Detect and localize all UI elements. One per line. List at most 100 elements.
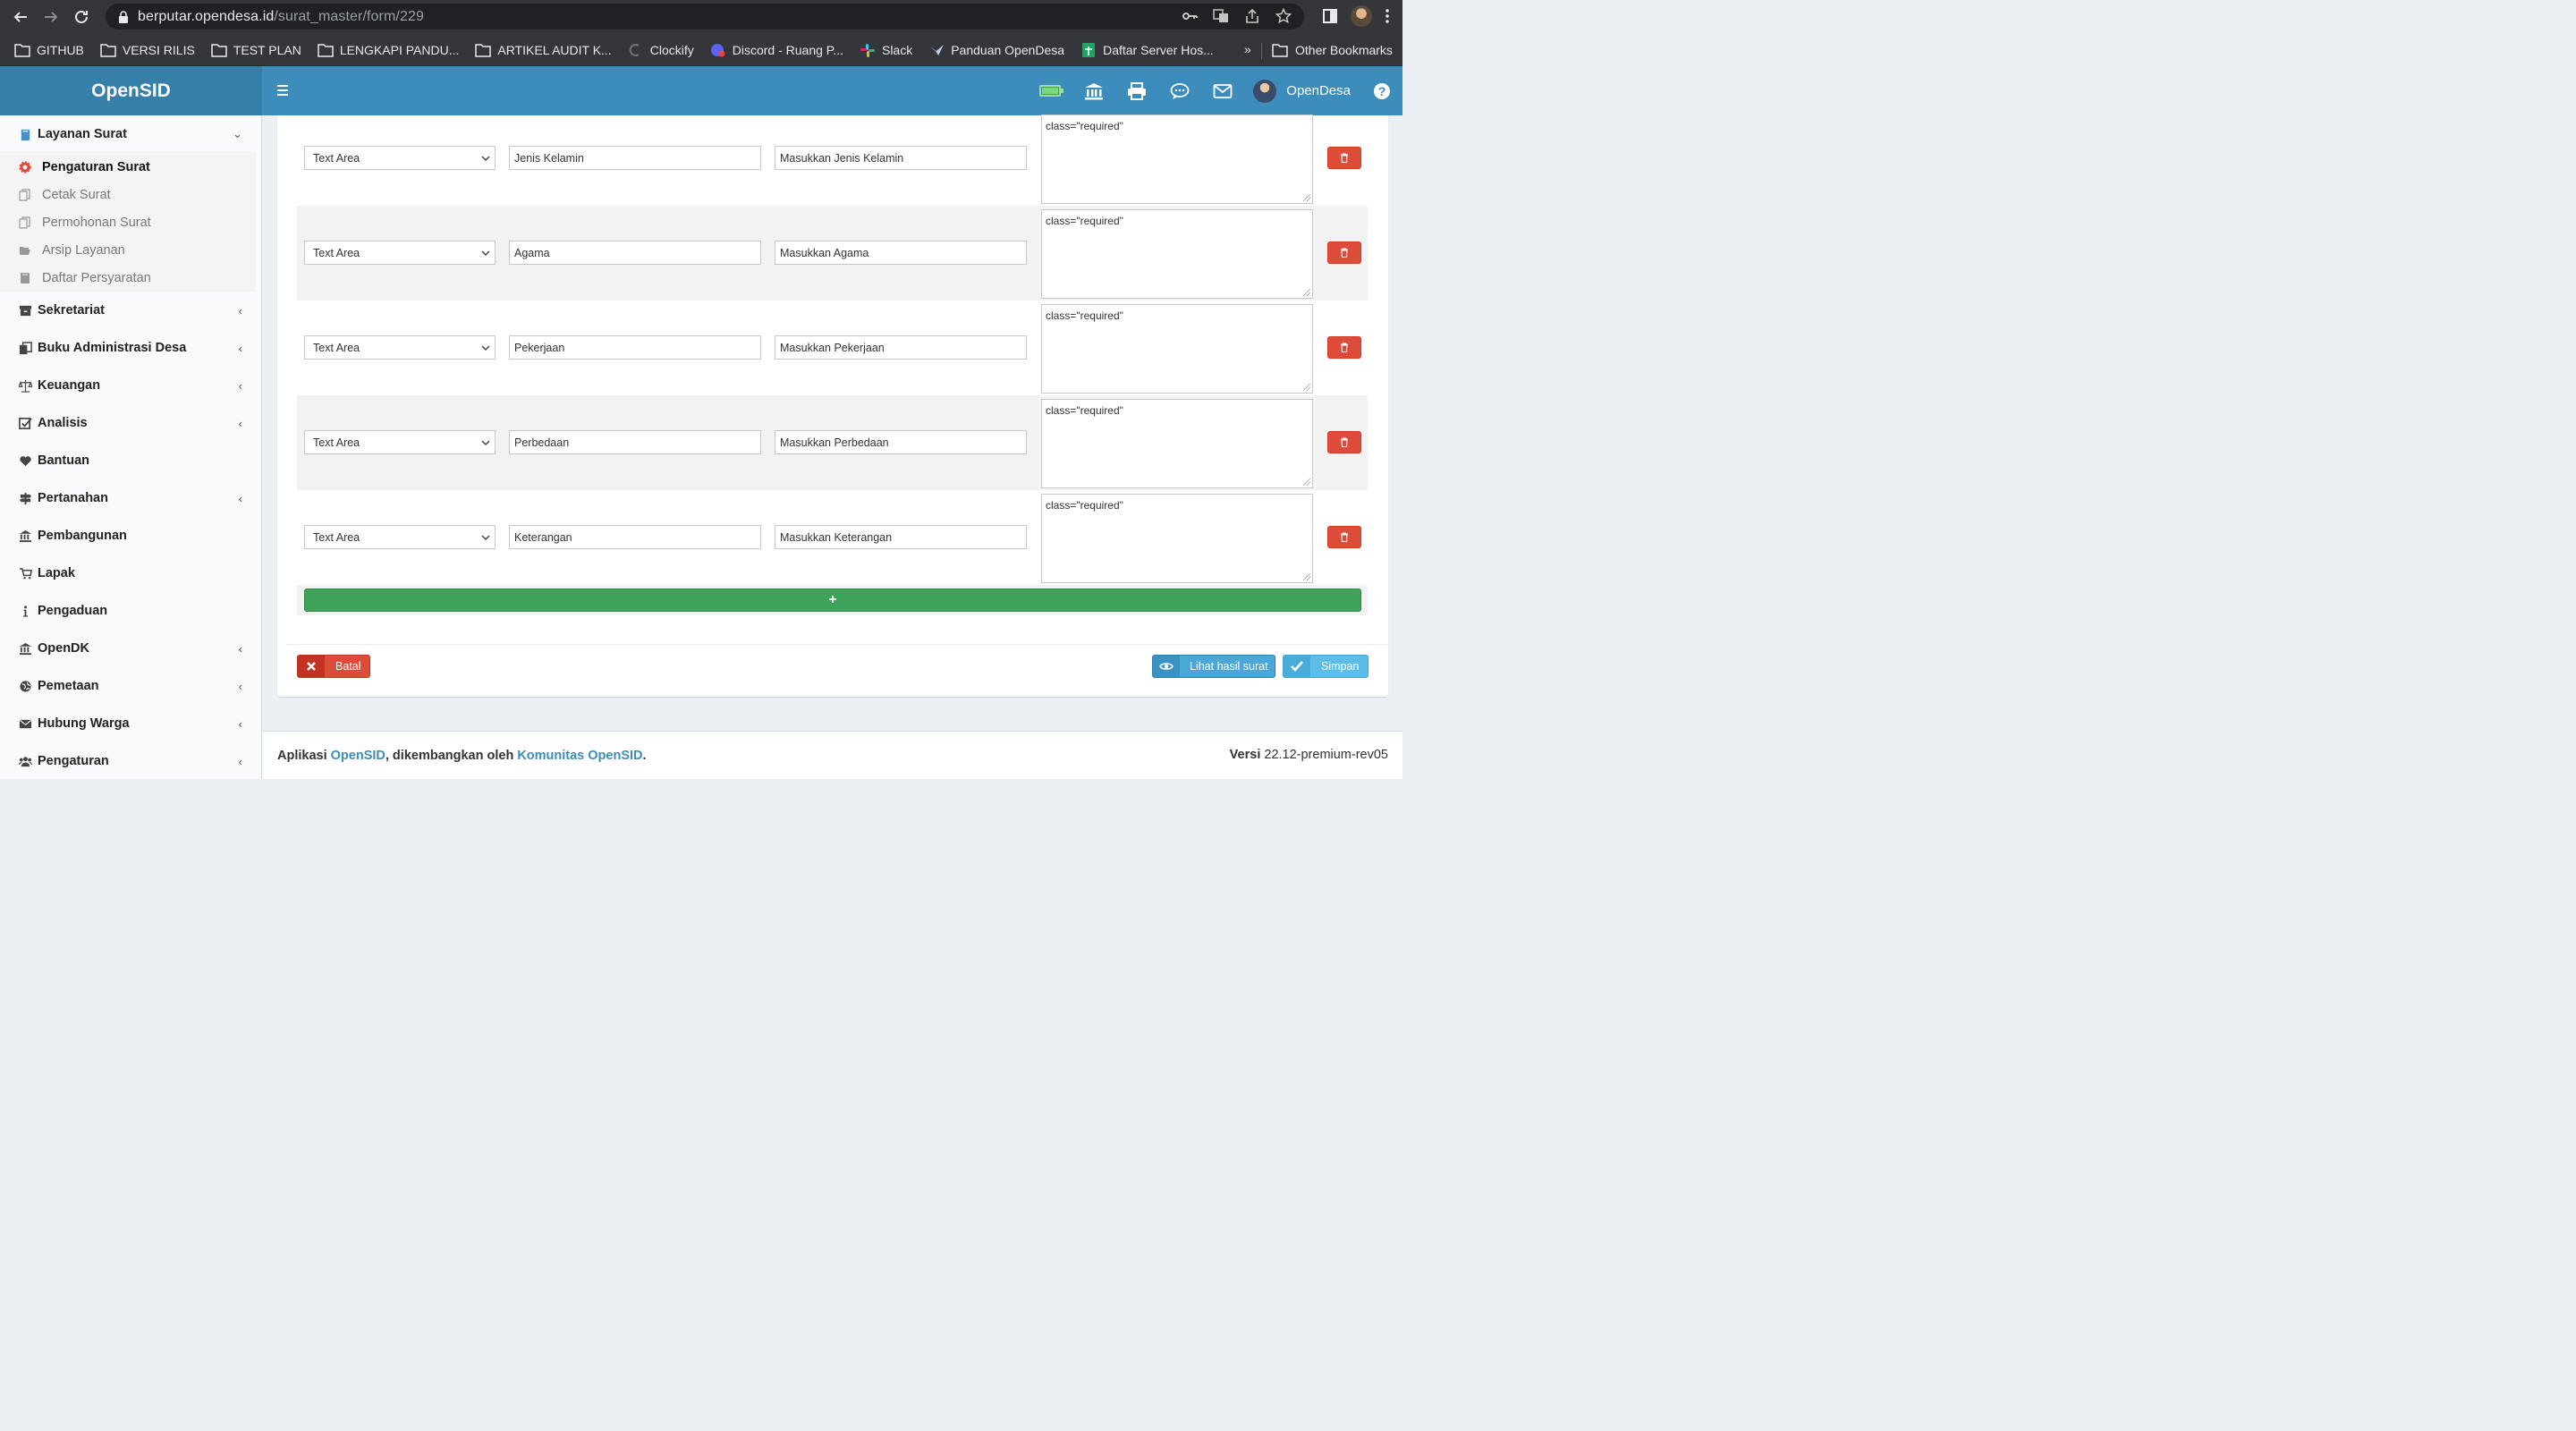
bookmark-item[interactable]: LENGKAPI PANDU... — [318, 43, 459, 57]
sidebar-item-layanan-surat[interactable]: Layanan Surat ⌄ — [0, 115, 262, 153]
field-placeholder-input[interactable]: Masukkan Perbedaan — [775, 430, 1027, 454]
delete-row-button[interactable] — [1327, 526, 1361, 548]
trash-icon — [1341, 343, 1348, 352]
field-attribute-textarea[interactable]: class="required" — [1041, 399, 1313, 488]
save-button[interactable]: Simpan — [1283, 655, 1368, 678]
bookmark-item[interactable]: Discord - Ruang P... — [710, 43, 843, 57]
bookmark-item[interactable]: VERSI RILIS — [100, 43, 195, 57]
field-attribute-textarea[interactable]: class="required" — [1041, 114, 1313, 204]
sidebar-item-label: Layanan Surat — [38, 127, 127, 141]
preview-button[interactable]: Lihat hasil surat — [1152, 655, 1275, 678]
comments-button[interactable] — [1170, 82, 1190, 100]
field-type-select[interactable]: Text Area — [304, 430, 496, 454]
bookmark-item[interactable]: Daftar Server Hos... — [1080, 42, 1214, 57]
sidebar-item-pengaduan[interactable]: Pengaduan — [0, 592, 262, 630]
sidebar-item-sekretariat[interactable]: Sekretariat ‹ — [0, 292, 262, 329]
field-label-input[interactable]: Perbedaan — [509, 430, 761, 454]
share-icon[interactable] — [1244, 8, 1260, 24]
bookmarks-overflow-button[interactable]: » — [1244, 42, 1251, 56]
field-attribute-textarea[interactable]: class="required" — [1041, 304, 1313, 394]
field-type-select[interactable]: Text Area — [304, 241, 496, 265]
delete-row-button[interactable] — [1327, 431, 1361, 453]
book-icon — [18, 127, 32, 141]
sidebar-item-pertanahan[interactable]: Pertanahan ‹ — [0, 479, 262, 517]
sidebar-item-opendk[interactable]: OpenDK ‹ — [0, 630, 262, 667]
delete-row-button[interactable] — [1327, 241, 1361, 264]
field-placeholder-input[interactable]: Masukkan Pekerjaan — [775, 335, 1027, 360]
sidebar-subitem-arsip-layanan[interactable]: Arsip Layanan — [0, 236, 256, 264]
address-bar[interactable]: berputar.opendesa.id/surat_master/form/2… — [106, 4, 1304, 30]
bookmark-item[interactable]: GITHUB — [14, 43, 84, 57]
field-type-select[interactable]: Text Area — [304, 525, 496, 549]
delete-row-button[interactable] — [1327, 147, 1361, 169]
bookmark-label: VERSI RILIS — [122, 42, 195, 57]
field-label-input[interactable]: Pekerjaan — [509, 335, 761, 360]
app-logo[interactable]: OpenSID — [0, 66, 262, 115]
other-bookmarks-button[interactable]: Other Bookmarks — [1272, 34, 1393, 66]
opensid-link[interactable]: OpenSID — [331, 749, 386, 763]
bookmark-item[interactable]: TEST PLAN — [211, 43, 301, 57]
url-text: berputar.opendesa.id/surat_master/form/2… — [138, 9, 424, 25]
field-placeholder-input[interactable]: Masukkan Jenis Kelamin — [775, 146, 1027, 170]
user-menu[interactable]: OpenDesa — [1253, 79, 1351, 103]
sidebar-subitem-daftar-persyaratan[interactable]: Daftar Persyaratan — [0, 264, 256, 292]
sidebar-item-pengaturan[interactable]: Pengaturan ‹ — [0, 742, 262, 780]
translate-icon[interactable] — [1213, 8, 1229, 24]
back-button[interactable] — [5, 3, 36, 31]
bookmark-item[interactable]: Slack — [860, 43, 912, 57]
field-type-select[interactable]: Text Area — [304, 146, 496, 170]
sidebar-item-lapak[interactable]: Lapak — [0, 555, 262, 592]
cancel-button[interactable]: Batal — [297, 655, 370, 678]
profile-avatar[interactable] — [1351, 5, 1372, 27]
trash-icon — [1341, 437, 1348, 447]
sidebar-item-buku-administrasi-desa[interactable]: Buku Administrasi Desa ‹ — [0, 329, 262, 367]
preview-button-label: Lihat hasil surat — [1190, 660, 1268, 673]
sidebar-subitem-cetak-surat[interactable]: Cetak Surat — [0, 181, 256, 208]
chevron-down-icon — [481, 345, 490, 351]
sidebar: Layanan Surat ⌄ Pengaturan Surat Cetak S… — [0, 115, 262, 779]
field-label-input[interactable]: Jenis Kelamin — [509, 146, 761, 170]
help-icon[interactable]: ? — [1374, 82, 1390, 99]
bookmark-item[interactable]: Panduan OpenDesa — [928, 43, 1064, 57]
forward-button[interactable] — [36, 3, 66, 31]
chevron-left-icon: ‹ — [238, 491, 242, 505]
field-label-input[interactable]: Agama — [509, 241, 761, 265]
field-label-input[interactable]: Keterangan — [509, 525, 761, 549]
mail-button[interactable] — [1213, 82, 1233, 100]
print-button[interactable] — [1127, 81, 1147, 100]
sidebar-item-pembangunan[interactable]: Pembangunan — [0, 517, 262, 555]
gear-icon — [18, 160, 32, 174]
field-attribute-textarea[interactable]: class="required" — [1041, 494, 1313, 583]
signpost-icon — [18, 491, 32, 505]
bookmark-item[interactable]: ARTIKEL AUDIT K... — [475, 42, 612, 57]
kebab-menu-icon[interactable] — [1385, 8, 1390, 24]
sidepanel-icon[interactable] — [1322, 8, 1338, 24]
key-icon[interactable] — [1182, 8, 1198, 24]
reload-button[interactable] — [66, 3, 97, 31]
delete-row-button[interactable] — [1327, 336, 1361, 359]
folder-icon — [100, 43, 116, 57]
chevron-left-icon: ‹ — [238, 641, 242, 656]
sidebar-item-pemetaan[interactable]: Pemetaan ‹ — [0, 667, 262, 705]
star-icon[interactable] — [1275, 8, 1292, 24]
sidebar-item-hubung-warga[interactable]: Hubung Warga ‹ — [0, 705, 262, 742]
sidebar-subitem-label: Daftar Persyaratan — [42, 270, 151, 285]
battery-status[interactable] — [1039, 85, 1064, 97]
select-value: Text Area — [313, 246, 360, 259]
field-type-select[interactable]: Text Area — [304, 335, 496, 360]
hamburger-icon[interactable] — [275, 81, 292, 99]
sidebar-subitem-pengaturan-surat[interactable]: Pengaturan Surat — [0, 153, 256, 181]
sidebar-item-analisis[interactable]: Analisis ‹ — [0, 404, 262, 442]
bank-button[interactable] — [1084, 82, 1104, 100]
field-placeholder-input[interactable]: Masukkan Keterangan — [775, 525, 1027, 549]
sidebar-subitem-permohonan-surat[interactable]: Permohonan Surat — [0, 208, 256, 236]
add-row-button[interactable]: + — [304, 588, 1361, 612]
sidebar-item-keuangan[interactable]: Keuangan ‹ — [0, 367, 262, 404]
bookmark-item[interactable]: Clockify — [628, 43, 694, 57]
field-attribute-textarea[interactable]: class="required" — [1041, 209, 1313, 299]
chevron-left-icon: ‹ — [238, 416, 242, 430]
komunitas-link[interactable]: Komunitas OpenSID — [517, 749, 642, 763]
sidebar-item-bantuan[interactable]: Bantuan — [0, 442, 262, 479]
field-placeholder-input[interactable]: Masukkan Agama — [775, 241, 1027, 265]
bookmark-label: ARTIKEL AUDIT K... — [497, 42, 612, 57]
